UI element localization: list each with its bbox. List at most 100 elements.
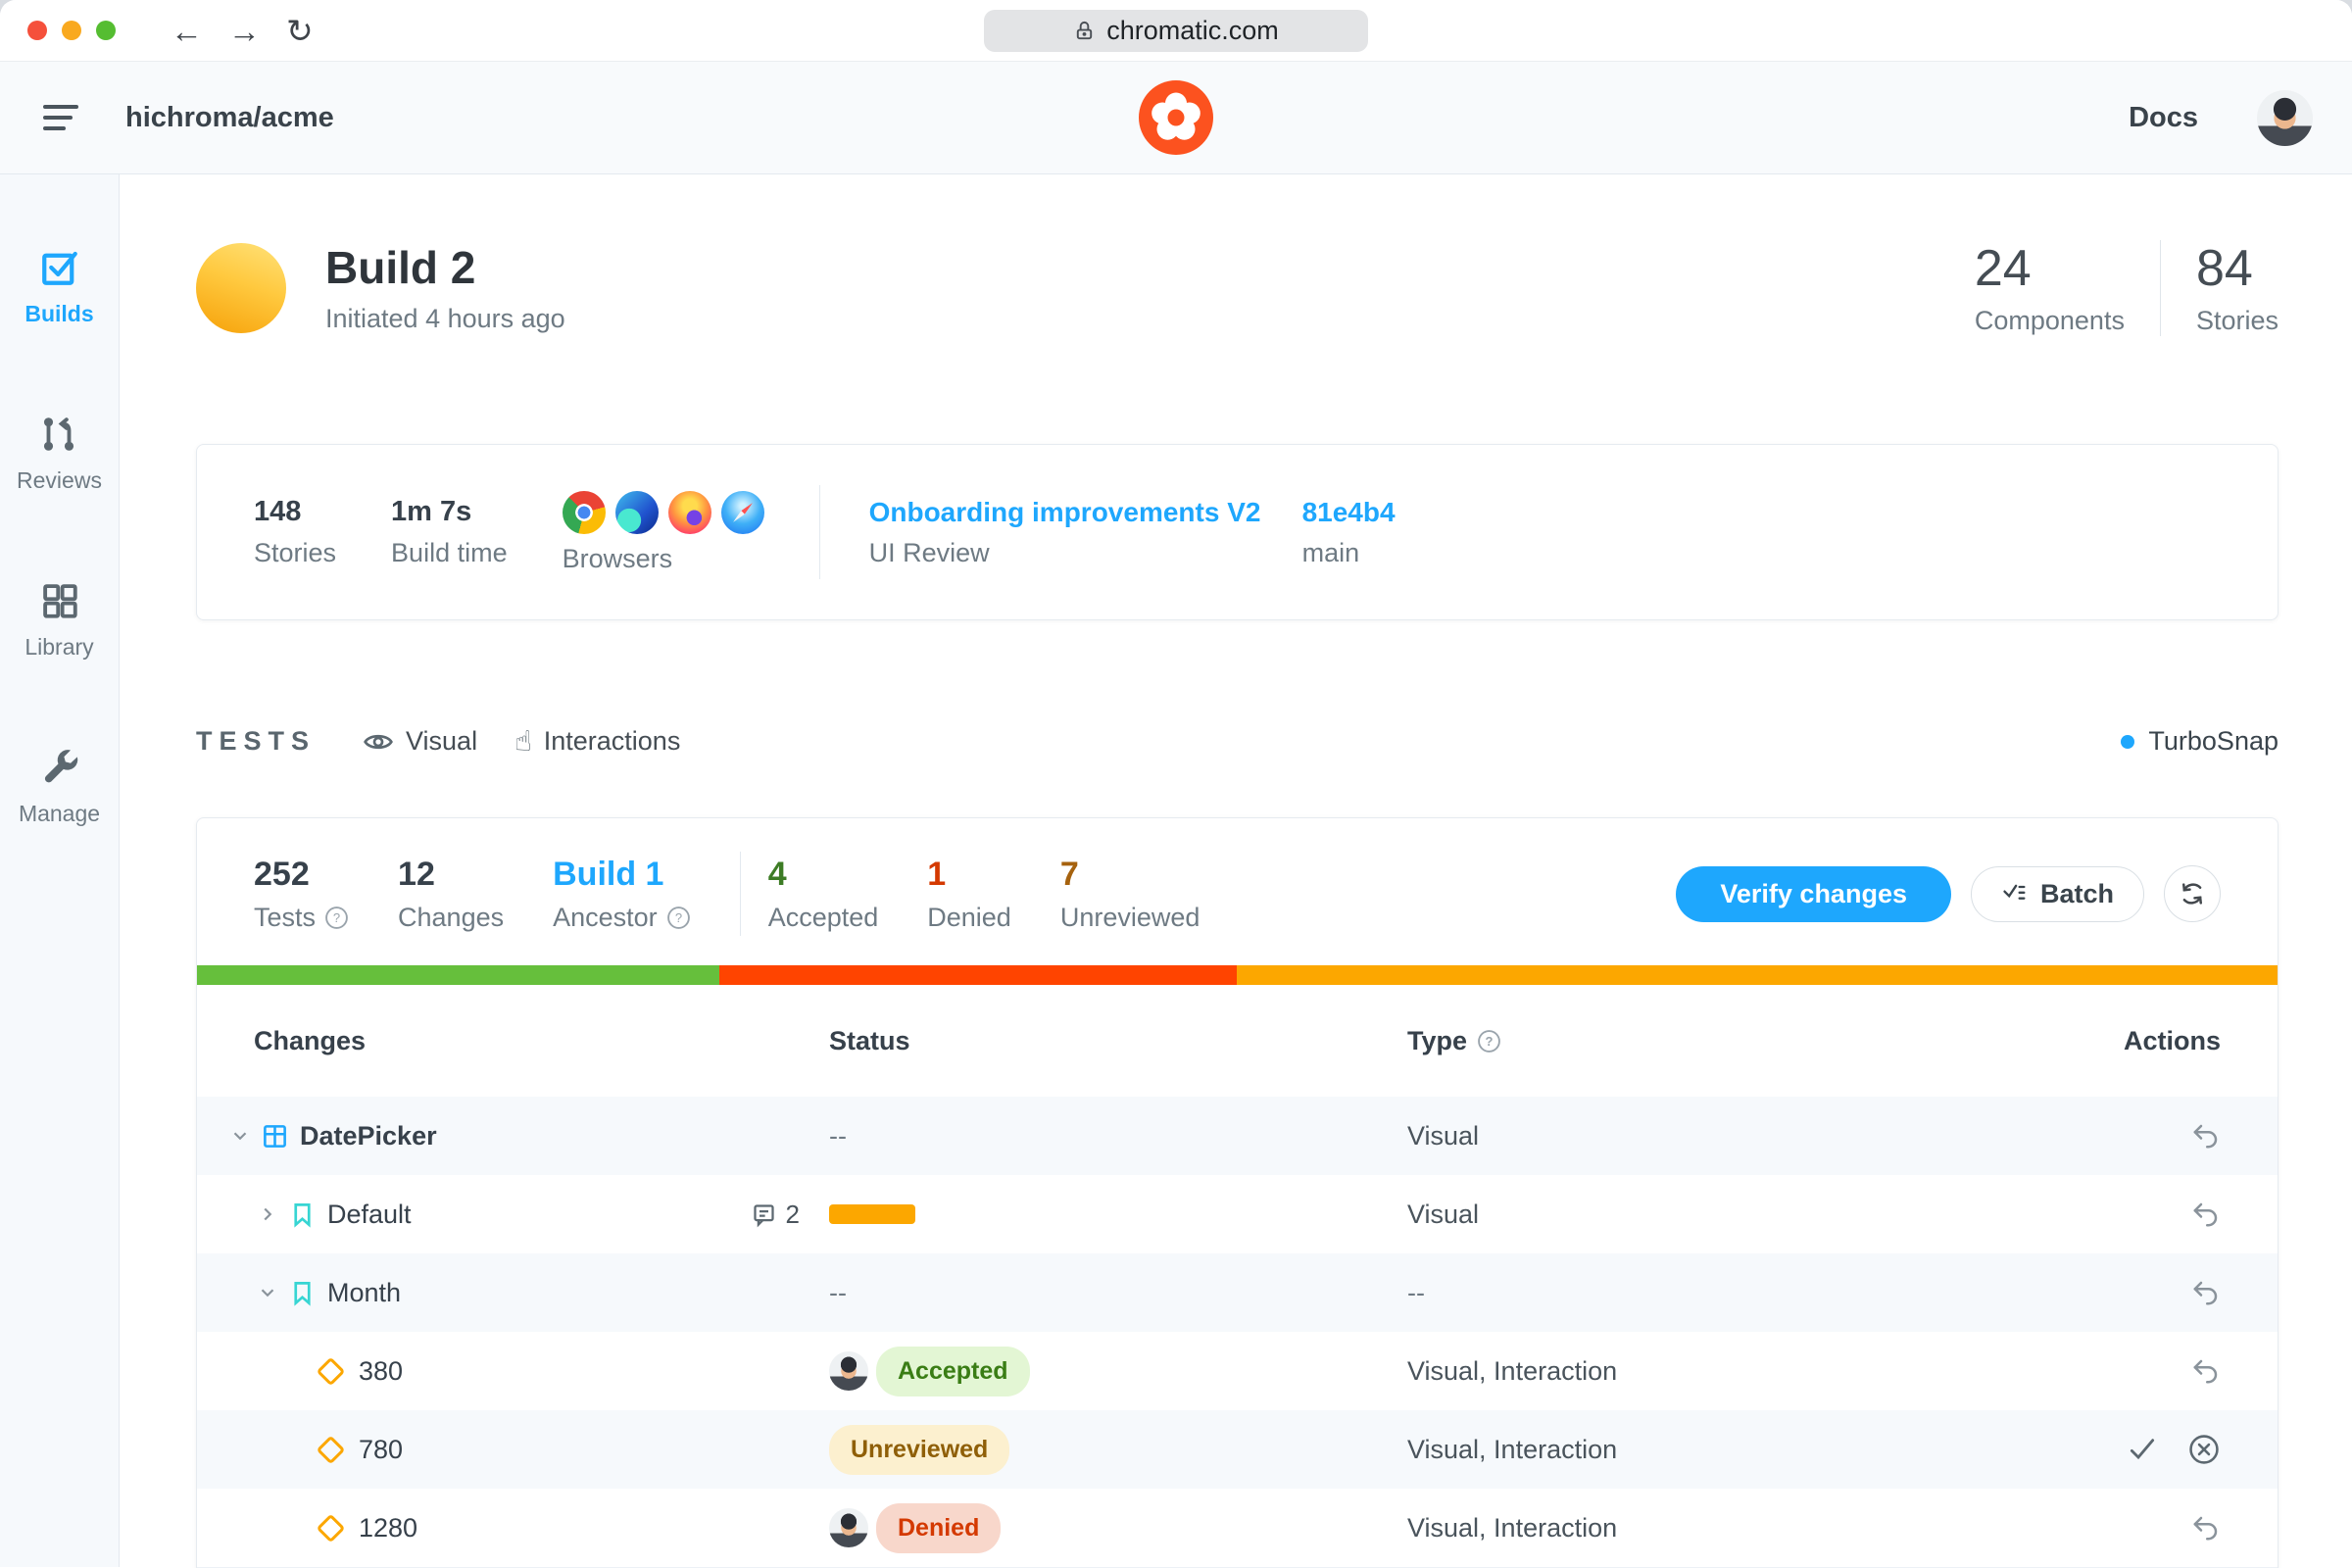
table-row[interactable]: Month -- -- [197, 1253, 2278, 1332]
svg-text:?: ? [333, 910, 340, 925]
row-name: Default [327, 1199, 412, 1229]
commit-link[interactable]: 81e4b4 [1302, 497, 1396, 528]
build-subtitle: Initiated 4 hours ago [325, 304, 565, 333]
lock-icon [1077, 21, 1093, 40]
divider [818, 485, 820, 579]
row-type: -- [1407, 1277, 1425, 1307]
back-icon[interactable]: ← [171, 0, 203, 62]
bookmark-icon [289, 1280, 316, 1306]
help-icon[interactable]: ? [324, 906, 349, 930]
row-name: 380 [359, 1355, 404, 1386]
turbosnap-status: TurboSnap [2121, 726, 2278, 757]
chevron-down-icon[interactable] [229, 1125, 251, 1147]
commit-branch-label: main [1301, 537, 1360, 567]
wrench-icon [44, 750, 77, 783]
tests-card: 252 Tests ? 12 Changes Build 1 Ancestor … [196, 817, 2278, 1568]
sidebar-item-library[interactable]: Library [24, 580, 94, 661]
accept-check-icon[interactable] [2127, 1434, 2158, 1465]
page-title: Build 2 [325, 242, 476, 293]
status-badge: Denied [876, 1502, 1002, 1553]
undo-icon[interactable] [2191, 1278, 2221, 1307]
snapshot-diamond-icon [316, 1356, 346, 1386]
row-type: Visual [1407, 1199, 1480, 1229]
user-avatar[interactable] [2257, 89, 2313, 146]
reviewer-avatar [829, 1508, 868, 1547]
ancestor-build-stat[interactable]: Build 1 Ancestor ? [553, 856, 691, 933]
row-type: Visual [1407, 1120, 1480, 1151]
table-row[interactable]: 380 Accepted Visual, Interaction [197, 1332, 2278, 1410]
sidebar-item-label: Library [24, 634, 94, 660]
help-icon[interactable]: ? [1477, 1029, 1501, 1054]
sidebar-item-label: Manage [18, 801, 101, 826]
filter-visual[interactable]: Visual [363, 724, 477, 759]
row-name: Month [327, 1277, 402, 1307]
status-empty: -- [829, 1120, 847, 1151]
filter-interactions[interactable]: ☝ Interactions [514, 724, 680, 759]
docs-link[interactable]: Docs [2129, 102, 2198, 134]
denied-count-stat: 1 Denied [927, 855, 1011, 932]
chromatic-logo-icon[interactable] [1139, 80, 1213, 155]
sidebar-item-reviews[interactable]: Reviews [17, 414, 102, 494]
test-progress-bar [197, 965, 2278, 985]
batch-button[interactable]: Batch [1970, 865, 2144, 922]
stories-count-stat: 148 Stories [254, 496, 337, 567]
browser-toolbar: ← → ↻ chromatic.com [0, 0, 2352, 62]
capture-progress-pill [829, 1204, 915, 1224]
maximize-window-button[interactable] [96, 21, 116, 40]
forward-icon[interactable]: → [228, 0, 261, 62]
row-name: DatePicker [300, 1120, 437, 1151]
undo-icon[interactable] [2191, 1513, 2221, 1543]
help-icon[interactable]: ? [666, 906, 691, 930]
row-type: Visual, Interaction [1407, 1512, 1618, 1543]
minimize-window-button[interactable] [62, 21, 81, 40]
undo-icon[interactable] [2191, 1121, 2221, 1151]
builds-check-icon [41, 251, 77, 285]
main-content: Build 2 Initiated 4 hours ago 24 Compone… [120, 174, 2352, 1568]
status-badge: Accepted [876, 1346, 1030, 1396]
bookmark-icon [289, 1201, 316, 1228]
chrome-icon [562, 490, 606, 534]
reviewer-avatar [829, 1351, 868, 1391]
status-badge: Unreviewed [829, 1424, 1010, 1475]
verify-changes-button[interactable]: Verify changes [1676, 865, 1951, 922]
pull-request-icon [44, 417, 74, 451]
comment-count[interactable]: 2 [751, 1200, 800, 1230]
sidebar-item-label: Reviews [17, 467, 102, 493]
traffic-lights [27, 21, 116, 40]
tap-icon: ☝ [514, 726, 532, 758]
comment-icon [753, 1203, 774, 1227]
close-window-button[interactable] [27, 21, 47, 40]
table-row[interactable]: 780 Unreviewed Visual, Interaction [197, 1410, 2278, 1489]
address-bar[interactable]: chromatic.com [984, 10, 1368, 52]
build-summary-card: 148 Stories 1m 7s Build time Browsers On… [196, 444, 2278, 620]
firefox-icon [667, 490, 711, 534]
deny-circle-x-icon[interactable] [2187, 1433, 2221, 1466]
changes-count-stat: 12 Changes [398, 855, 505, 932]
column-header-status: Status [829, 1025, 910, 1055]
tests-section-title: TESTS [196, 726, 317, 756]
chevron-right-icon[interactable] [257, 1203, 278, 1225]
accepted-count-stat: 4 Accepted [767, 855, 879, 932]
svg-text:?: ? [675, 910, 682, 925]
column-header-actions: Actions [2123, 1025, 2221, 1055]
refresh-button[interactable] [2164, 865, 2221, 922]
table-row[interactable]: DatePicker -- Visual [197, 1097, 2278, 1175]
table-row[interactable]: 1280 Denied Visual, Interaction [197, 1489, 2278, 1567]
checklist-icon [2003, 884, 2026, 900]
undo-icon[interactable] [2191, 1356, 2221, 1386]
sidebar-item-builds[interactable]: Builds [24, 247, 94, 327]
sidebar-item-manage[interactable]: Manage [19, 747, 100, 827]
branch-sublabel: UI Review [868, 537, 990, 567]
table-row[interactable]: Default 2 Visual [197, 1175, 2278, 1253]
undo-icon[interactable] [2191, 1200, 2221, 1229]
org-breadcrumb[interactable]: hichroma/acme [125, 102, 334, 134]
tests-count-stat: 252 Tests ? [254, 856, 349, 933]
divider [739, 852, 741, 936]
reload-icon[interactable]: ↻ [286, 0, 314, 62]
menu-icon[interactable] [43, 105, 78, 130]
branch-link[interactable]: Onboarding improvements V2 [869, 497, 1302, 528]
divider [2159, 239, 2161, 336]
browsers-stat: Browsers [562, 490, 764, 574]
unreviewed-count-stat: 7 Unreviewed [1059, 855, 1200, 932]
chevron-down-icon[interactable] [257, 1282, 278, 1303]
